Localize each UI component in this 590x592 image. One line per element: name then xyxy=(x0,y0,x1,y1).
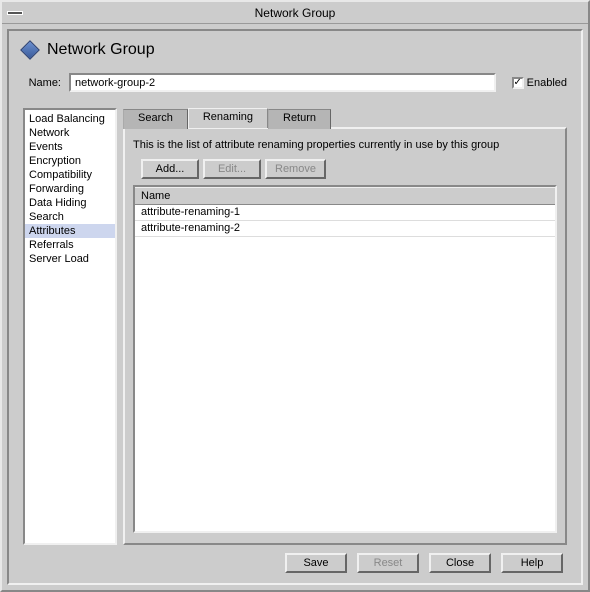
tab-search[interactable]: Search xyxy=(123,109,188,129)
dialog-inner: Network Group Name: ✓ Enabled Load Balan… xyxy=(7,29,583,585)
panel-description: This is the list of attribute renaming p… xyxy=(133,139,557,151)
sidebar-item-network[interactable]: Network xyxy=(25,126,115,140)
tab-panel-renaming: This is the list of attribute renaming p… xyxy=(123,127,567,545)
name-label: Name: xyxy=(23,77,61,89)
sidebar-item-search[interactable]: Search xyxy=(25,210,115,224)
page-header: Network Group xyxy=(23,41,567,59)
sidebar-item-forwarding[interactable]: Forwarding xyxy=(25,182,115,196)
window-title: Network Group xyxy=(255,6,336,20)
dialog-window: Network Group Network Group Name: ✓ Enab… xyxy=(0,0,590,592)
table-row[interactable]: attribute-renaming-2 xyxy=(135,221,555,237)
add-button[interactable]: Add... xyxy=(141,159,199,179)
edit-button[interactable]: Edit... xyxy=(203,159,261,179)
sidebar-item-compatibility[interactable]: Compatibility xyxy=(25,168,115,182)
tab-return[interactable]: Return xyxy=(268,109,331,129)
table-row[interactable]: attribute-renaming-1 xyxy=(135,205,555,221)
content-pane: SearchRenamingReturn This is the list of… xyxy=(123,108,567,545)
name-row: Name: ✓ Enabled xyxy=(23,73,567,92)
panel-button-row: Add... Edit... Remove xyxy=(133,159,557,179)
category-sidebar[interactable]: Load BalancingNetworkEventsEncryptionCom… xyxy=(23,108,117,545)
window-menu-icon[interactable] xyxy=(8,12,22,14)
remove-button[interactable]: Remove xyxy=(265,159,326,179)
sidebar-item-attributes[interactable]: Attributes xyxy=(25,224,115,238)
enabled-checkbox[interactable]: ✓ Enabled xyxy=(512,77,567,89)
tab-renaming[interactable]: Renaming xyxy=(188,108,268,128)
tab-strip: SearchRenamingReturn xyxy=(123,108,567,128)
close-button[interactable]: Close xyxy=(429,553,491,573)
save-button[interactable]: Save xyxy=(285,553,347,573)
enabled-label: Enabled xyxy=(527,77,567,89)
sidebar-item-events[interactable]: Events xyxy=(25,140,115,154)
page-title: Network Group xyxy=(47,41,155,59)
dialog-footer: Save Reset Close Help xyxy=(23,545,567,575)
help-button[interactable]: Help xyxy=(501,553,563,573)
table-body: attribute-renaming-1attribute-renaming-2 xyxy=(135,205,555,237)
body: Load BalancingNetworkEventsEncryptionCom… xyxy=(23,108,567,545)
name-input[interactable] xyxy=(69,73,496,92)
reset-button[interactable]: Reset xyxy=(357,553,419,573)
sidebar-item-encryption[interactable]: Encryption xyxy=(25,154,115,168)
table-header-name[interactable]: Name xyxy=(135,187,555,205)
attribute-table[interactable]: Name attribute-renaming-1attribute-renam… xyxy=(133,185,557,533)
checkbox-icon: ✓ xyxy=(512,77,524,89)
network-group-icon xyxy=(20,40,40,60)
sidebar-item-server-load[interactable]: Server Load xyxy=(25,252,115,266)
sidebar-item-referrals[interactable]: Referrals xyxy=(25,238,115,252)
titlebar[interactable]: Network Group xyxy=(2,2,588,24)
sidebar-item-load-balancing[interactable]: Load Balancing xyxy=(25,112,115,126)
sidebar-item-data-hiding[interactable]: Data Hiding xyxy=(25,196,115,210)
